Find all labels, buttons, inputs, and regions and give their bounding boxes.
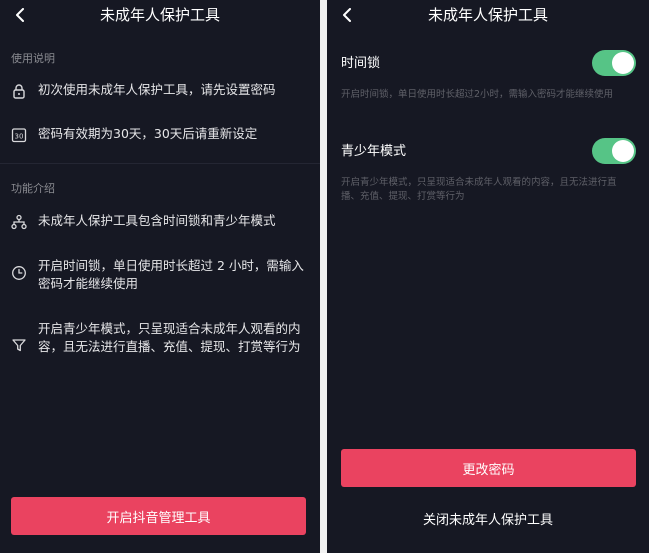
info-text: 初次使用未成年人保护工具，请先设置密码 bbox=[38, 82, 276, 97]
svg-text:30: 30 bbox=[15, 133, 24, 141]
teen-mode-toggle[interactable] bbox=[592, 138, 636, 164]
section-title-features: 功能介绍 bbox=[11, 182, 55, 195]
info-item: 开启青少年模式，只呈现适合未成年人观看的内容，且无法进行直播、充值、提现、打赏等… bbox=[11, 320, 310, 356]
info-text: 未成年人保护工具包含时间锁和青少年模式 bbox=[38, 213, 276, 228]
info-text: 开启时间锁，单日使用时长超过 2 小时，需输入密码才能继续使用 bbox=[38, 258, 304, 291]
header: 未成年人保护工具 bbox=[327, 0, 649, 30]
info-item: 未成年人保护工具包含时间锁和青少年模式 bbox=[11, 212, 310, 230]
toggle-knob bbox=[612, 52, 634, 74]
close-protection-link[interactable]: 关闭未成年人保护工具 bbox=[327, 509, 649, 528]
filter-icon bbox=[11, 337, 27, 353]
clock-icon bbox=[11, 265, 27, 281]
info-item: 初次使用未成年人保护工具，请先设置密码 bbox=[11, 81, 310, 99]
lock-icon bbox=[11, 83, 27, 99]
info-text: 密码有效期为30天，30天后请重新设定 bbox=[38, 126, 258, 141]
left-screen: 未成年人保护工具 使用说明 初次使用未成年人保护工具，请先设置密码 30 密码有… bbox=[0, 0, 320, 553]
hierarchy-icon bbox=[11, 214, 27, 230]
right-screen: 未成年人保护工具 时间锁 开启时间锁，单日使用时长超过2小时，需输入密码才能继续… bbox=[327, 0, 649, 553]
change-password-button[interactable]: 更改密码 bbox=[341, 449, 636, 487]
time-lock-description: 开启时间锁，单日使用时长超过2小时，需输入密码才能继续使用 bbox=[341, 89, 614, 100]
time-lock-label: 时间锁 bbox=[341, 56, 381, 71]
info-item: 30 密码有效期为30天，30天后请重新设定 bbox=[11, 125, 310, 143]
calendar-30-icon: 30 bbox=[11, 127, 27, 143]
toggle-knob bbox=[612, 140, 634, 162]
teen-mode-label: 青少年模式 bbox=[341, 144, 407, 159]
teen-mode-description: 开启青少年模式，只呈现适合未成年人观看的内容，且无法进行直播、充值、提现、打赏等… bbox=[341, 177, 617, 202]
time-lock-toggle[interactable] bbox=[592, 50, 636, 76]
page-title: 未成年人保护工具 bbox=[99, 6, 220, 24]
info-item: 开启时间锁，单日使用时长超过 2 小时，需输入密码才能继续使用 bbox=[11, 257, 310, 293]
header: 未成年人保护工具 bbox=[0, 0, 320, 30]
section-title-usage: 使用说明 bbox=[11, 52, 55, 65]
page-title: 未成年人保护工具 bbox=[427, 6, 548, 24]
divider bbox=[0, 163, 320, 164]
open-management-tool-button[interactable]: 开启抖音管理工具 bbox=[11, 497, 306, 535]
info-text: 开启青少年模式，只呈现适合未成年人观看的内容，且无法进行直播、充值、提现、打赏等… bbox=[38, 321, 301, 354]
